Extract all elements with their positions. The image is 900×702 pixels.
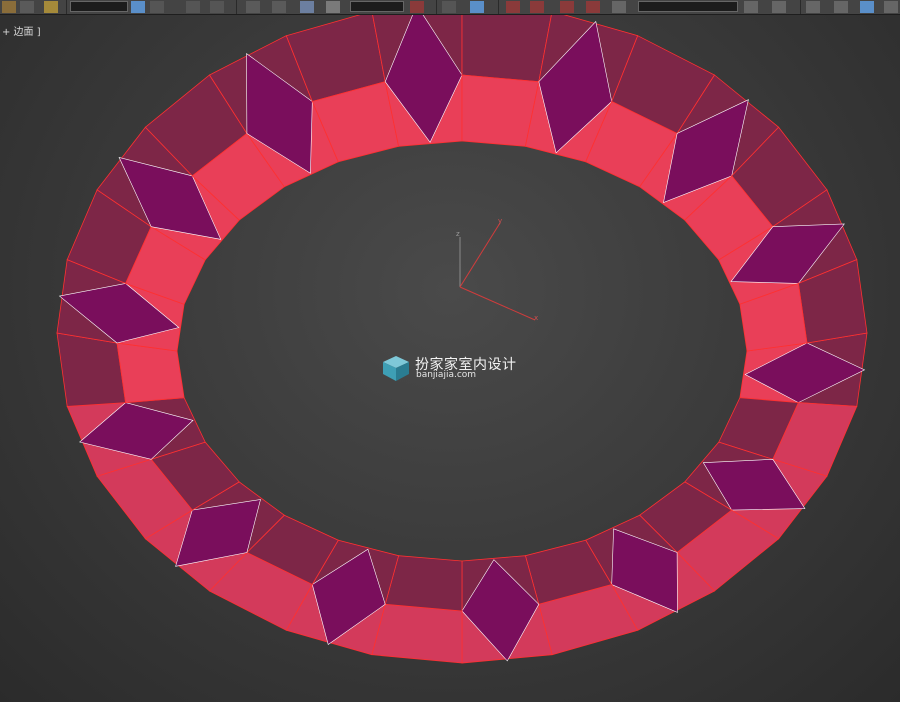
toolbar-separator	[236, 0, 237, 14]
keyboard-shortcut-icon[interactable]	[470, 1, 484, 13]
mirror-icon[interactable]	[744, 1, 758, 13]
perspective-viewport[interactable]: + 边面 ] z y x 扮家家室内设计 banjiajia.com	[0, 15, 900, 702]
move-icon[interactable]	[246, 1, 260, 13]
layer-icon[interactable]	[806, 1, 820, 13]
rotate-icon[interactable]	[272, 1, 286, 13]
percent-snap-icon[interactable]	[560, 1, 574, 13]
link-icon[interactable]	[20, 1, 34, 13]
select-manipulate-icon[interactable]	[442, 1, 456, 13]
watermark-url: banjiajia.com	[416, 370, 477, 380]
ring-outer-face	[461, 15, 552, 83]
main-toolbar	[0, 0, 900, 15]
gizmo-z-label: z	[456, 230, 460, 238]
undo-icon[interactable]	[2, 1, 16, 13]
select-region-icon[interactable]	[186, 1, 200, 13]
bind-icon[interactable]	[44, 1, 58, 13]
schematic-view-icon[interactable]	[884, 1, 898, 13]
select-object-icon[interactable]	[131, 1, 145, 13]
ring-outer-face	[56, 332, 127, 407]
window-crossing-icon[interactable]	[210, 1, 224, 13]
ring-inner-face	[116, 342, 185, 404]
toolbar-separator	[498, 0, 499, 14]
toolbar-separator	[800, 0, 801, 14]
pivot-icon[interactable]	[410, 1, 424, 13]
watermark: 扮家家室内设计 banjiajia.com	[381, 354, 516, 386]
ribbon-icon[interactable]	[834, 1, 848, 13]
ring-outer-face	[371, 603, 463, 664]
snap-icon[interactable]	[506, 1, 520, 13]
reference-coord-icon[interactable]	[326, 1, 340, 13]
toolbar-separator	[436, 0, 437, 14]
gizmo-x-label: x	[534, 314, 538, 322]
coordinate-system-dropdown[interactable]	[350, 1, 404, 12]
cube-logo-icon	[383, 356, 409, 381]
text-abc-icon[interactable]	[612, 1, 626, 13]
axis-gizmo: z y x	[456, 217, 538, 322]
curve-editor-icon[interactable]	[860, 1, 874, 13]
spinner-snap-icon[interactable]	[586, 1, 600, 13]
named-selection-sets-dropdown[interactable]	[638, 1, 738, 12]
gizmo-y-label: y	[498, 217, 502, 225]
align-icon[interactable]	[772, 1, 786, 13]
ring-geometry	[56, 15, 868, 664]
scale-icon[interactable]	[300, 1, 314, 13]
toolbar-separator	[66, 0, 67, 14]
select-by-name-icon[interactable]	[150, 1, 164, 13]
angle-snap-icon[interactable]	[530, 1, 544, 13]
selection-filter-dropdown[interactable]	[70, 1, 128, 12]
